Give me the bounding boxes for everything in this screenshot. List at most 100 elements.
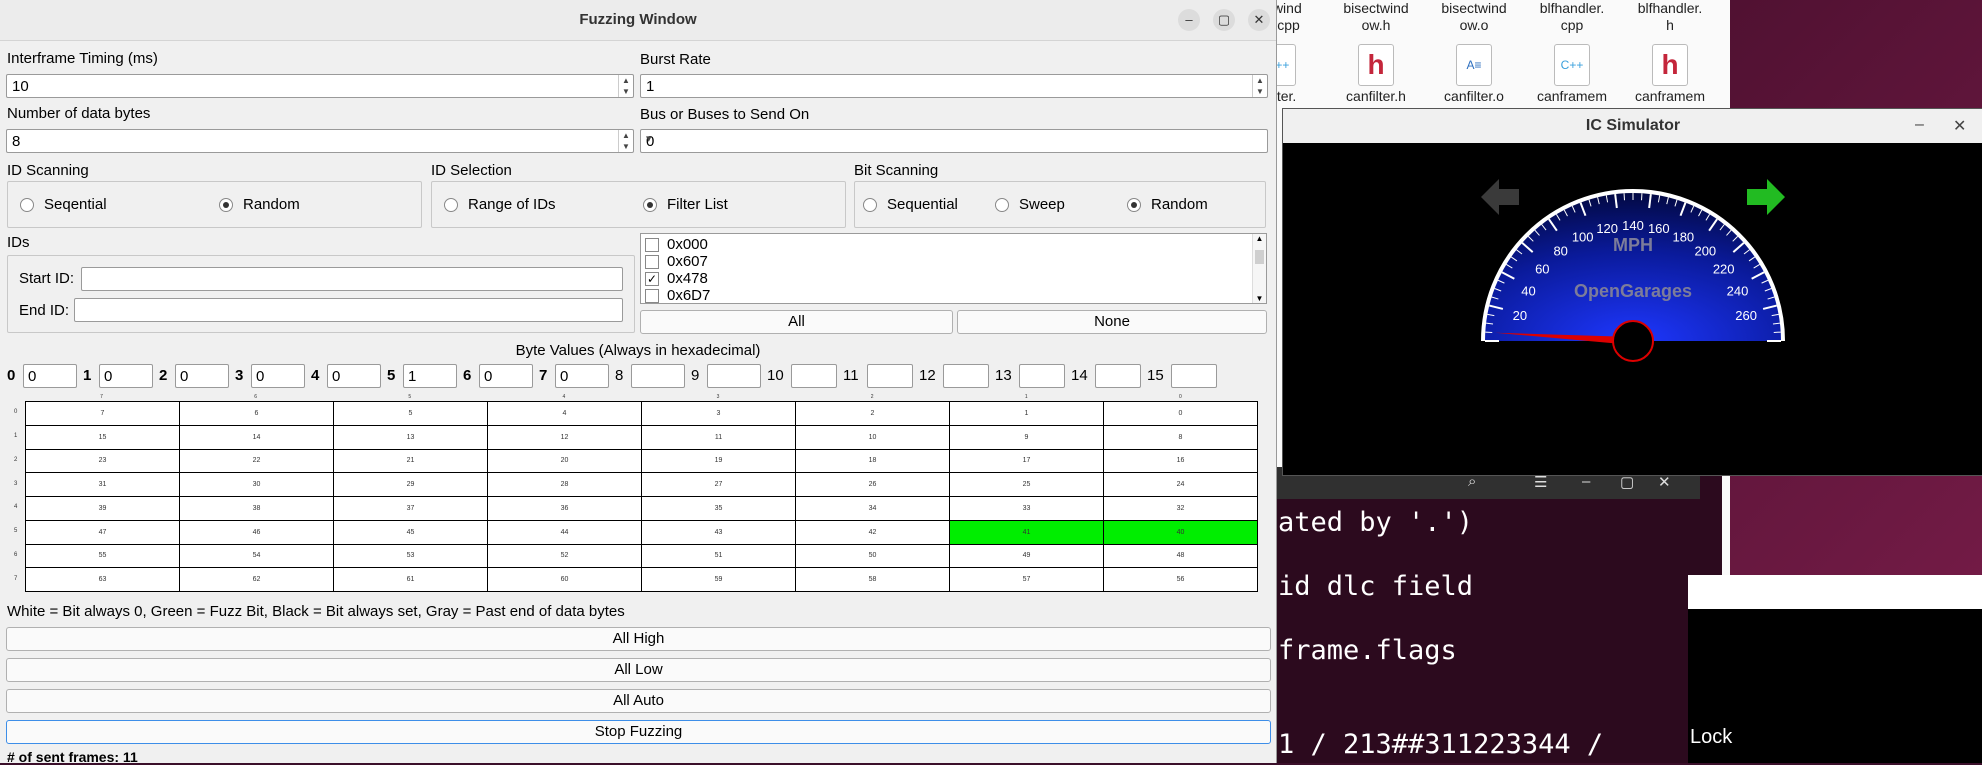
radio-filter-list[interactable]: Filter List — [643, 196, 728, 213]
all-button[interactable]: All — [640, 310, 953, 334]
checkbox[interactable] — [645, 238, 659, 252]
burst-spinbox[interactable]: 1 ▲▼ — [640, 74, 1268, 98]
byte-value-input[interactable] — [1095, 364, 1141, 388]
bit-cell[interactable]: 28 — [488, 473, 642, 497]
close-icon[interactable]: ✕ — [1953, 116, 1966, 136]
bit-cell[interactable]: 55 — [26, 544, 180, 568]
bit-cell[interactable]: 17 — [950, 449, 1104, 473]
bit-cell[interactable]: 42 — [796, 520, 950, 544]
bit-cell[interactable]: 22 — [180, 449, 334, 473]
byte-value-input[interactable]: 1 — [403, 364, 457, 388]
bit-cell[interactable]: 60 — [488, 568, 642, 592]
radio-dot[interactable] — [863, 198, 877, 212]
bit-cell[interactable]: 8 — [1104, 425, 1258, 449]
bit-cell[interactable]: 47 — [26, 520, 180, 544]
file-item[interactable]: hcanframem — [1622, 44, 1718, 105]
file-item[interactable]: bisectwind ow.o — [1426, 0, 1522, 34]
byte-value-input[interactable] — [1019, 364, 1065, 388]
bit-cell[interactable]: 13 — [334, 425, 488, 449]
file-item[interactable]: blfhandler. cpp — [1524, 0, 1620, 34]
checkbox[interactable]: ✓ — [645, 272, 659, 286]
bit-cell[interactable]: 52 — [488, 544, 642, 568]
list-item[interactable]: 0x000 — [645, 236, 708, 253]
byte-value-input[interactable] — [631, 364, 685, 388]
all-high-button[interactable]: All High — [6, 627, 1271, 651]
filter-list[interactable]: 0x000 0x607 ✓0x478 0x6D7 ▲ ▼ — [640, 233, 1267, 304]
bit-cell[interactable]: 40 — [1104, 520, 1258, 544]
radio-bit-sweep[interactable]: Sweep — [995, 196, 1065, 213]
bit-cell[interactable]: 19 — [642, 449, 796, 473]
bit-cell[interactable]: 38 — [180, 497, 334, 521]
byte-value-input[interactable] — [867, 364, 913, 388]
bit-cell[interactable]: 30 — [180, 473, 334, 497]
bit-cell[interactable]: 54 — [180, 544, 334, 568]
bit-cell[interactable]: 62 — [180, 568, 334, 592]
file-item[interactable]: A≡canfilter.o — [1426, 44, 1522, 105]
bit-cell[interactable]: 15 — [26, 425, 180, 449]
bit-cell[interactable]: 35 — [642, 497, 796, 521]
radio-dot[interactable] — [20, 198, 34, 212]
stop-fuzzing-button[interactable]: Stop Fuzzing — [6, 720, 1271, 744]
byte-value-input[interactable]: 0 — [327, 364, 381, 388]
bit-cell[interactable]: 23 — [26, 449, 180, 473]
bus-combobox[interactable]: 0 ▾ — [640, 129, 1268, 153]
bit-cell[interactable]: 12 — [488, 425, 642, 449]
list-item[interactable]: 0x607 — [645, 253, 708, 270]
bit-cell[interactable]: 0 — [1104, 402, 1258, 426]
byte-value-input[interactable]: 0 — [23, 364, 77, 388]
bit-cell[interactable]: 6 — [180, 402, 334, 426]
minimize-icon[interactable]: – — [1915, 116, 1924, 134]
bit-cell[interactable]: 3 — [642, 402, 796, 426]
databytes-spinbox[interactable]: 8 ▲▼ — [6, 129, 634, 153]
byte-value-input[interactable]: 0 — [251, 364, 305, 388]
bit-cell[interactable]: 61 — [334, 568, 488, 592]
bit-cell[interactable]: 44 — [488, 520, 642, 544]
bit-cell[interactable]: 9 — [950, 425, 1104, 449]
spin-arrows-icon[interactable]: ▲▼ — [1252, 75, 1267, 97]
bit-cell[interactable]: 37 — [334, 497, 488, 521]
radio-bit-random[interactable]: Random — [1127, 196, 1208, 213]
bit-cell[interactable]: 4 — [488, 402, 642, 426]
bit-cell[interactable]: 33 — [950, 497, 1104, 521]
bit-cell[interactable]: 43 — [642, 520, 796, 544]
list-item[interactable]: 0x6D7 — [645, 287, 710, 304]
bit-cell[interactable]: 21 — [334, 449, 488, 473]
radio-dot[interactable] — [444, 198, 458, 212]
bit-cell[interactable]: 59 — [642, 568, 796, 592]
all-auto-button[interactable]: All Auto — [6, 689, 1271, 713]
maximize-icon[interactable]: ▢ — [1213, 9, 1235, 31]
list-item[interactable]: ✓0x478 — [645, 270, 708, 287]
byte-value-input[interactable]: 0 — [99, 364, 153, 388]
bit-cell[interactable]: 34 — [796, 497, 950, 521]
bit-cell[interactable]: 58 — [796, 568, 950, 592]
byte-value-input[interactable] — [943, 364, 989, 388]
bit-cell[interactable]: 57 — [950, 568, 1104, 592]
bit-cell[interactable]: 26 — [796, 473, 950, 497]
bit-cell[interactable]: 39 — [26, 497, 180, 521]
byte-value-input[interactable] — [707, 364, 761, 388]
byte-value-input[interactable] — [791, 364, 837, 388]
file-item[interactable]: blfhandler. h — [1622, 0, 1718, 34]
bit-cell[interactable]: 29 — [334, 473, 488, 497]
bit-cell[interactable]: 63 — [26, 568, 180, 592]
bit-cell[interactable]: 36 — [488, 497, 642, 521]
byte-value-input[interactable]: 0 — [555, 364, 609, 388]
file-item[interactable]: C++canframem — [1524, 44, 1620, 105]
bit-cell[interactable]: 1 — [950, 402, 1104, 426]
interframe-spinbox[interactable]: 10 ▲▼ — [6, 74, 634, 98]
bit-cell[interactable]: 10 — [796, 425, 950, 449]
radio-dot[interactable] — [1127, 198, 1141, 212]
bit-cell[interactable]: 46 — [180, 520, 334, 544]
bit-cell[interactable]: 18 — [796, 449, 950, 473]
byte-value-input[interactable]: 0 — [175, 364, 229, 388]
bit-cell[interactable]: 32 — [1104, 497, 1258, 521]
radio-bit-sequential[interactable]: Sequential — [863, 196, 958, 213]
list-scrollbar[interactable]: ▲ ▼ — [1252, 234, 1266, 303]
radio-range-of-ids[interactable]: Range of IDs — [444, 196, 556, 213]
bit-cell[interactable]: 27 — [642, 473, 796, 497]
radio-id-random[interactable]: Random — [219, 196, 300, 213]
checkbox[interactable] — [645, 255, 659, 269]
bit-cell[interactable]: 50 — [796, 544, 950, 568]
file-item[interactable]: hcanfilter.h — [1328, 44, 1424, 105]
bit-cell[interactable]: 11 — [642, 425, 796, 449]
